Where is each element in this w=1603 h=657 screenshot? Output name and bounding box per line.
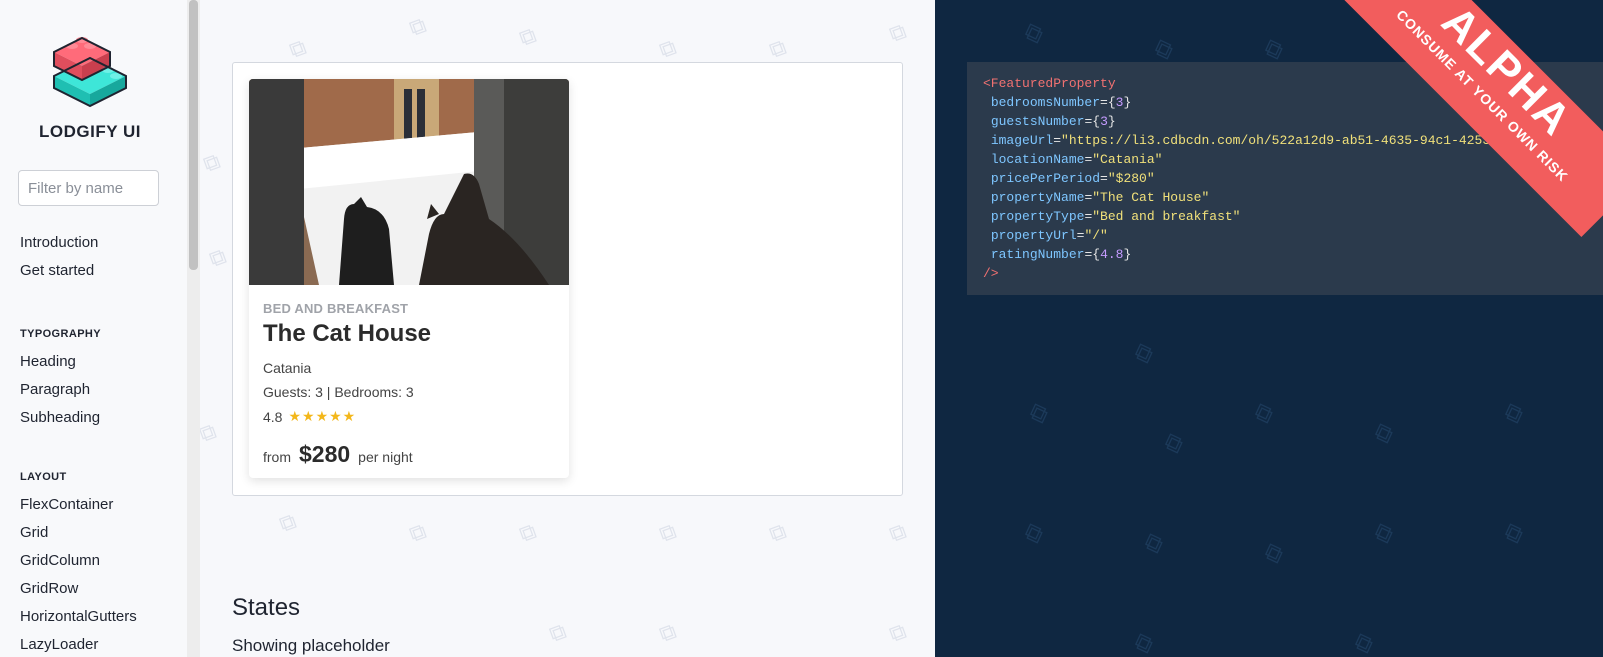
property-photo xyxy=(249,79,569,285)
code-attr-name: guestsNumber xyxy=(990,114,1085,129)
brick-pattern-icon: ⧉ xyxy=(1500,397,1528,430)
brick-pattern-icon: ⧉ xyxy=(1350,627,1378,657)
property-guests-bedrooms: Guests: 3 | Bedrooms: 3 xyxy=(263,384,414,400)
brick-pattern-icon: ⧉ xyxy=(656,34,680,63)
brick-pattern-icon: ⧉ xyxy=(1370,417,1398,450)
brick-pattern-icon: ⧉ xyxy=(1250,397,1278,430)
nav-item-gridrow[interactable]: GridRow xyxy=(20,580,78,597)
nav-item-subheading[interactable]: Subheading xyxy=(20,409,100,426)
nav-item-flexcontainer[interactable]: FlexContainer xyxy=(20,496,113,513)
brick-pattern-icon: ⧉ xyxy=(1160,427,1188,460)
component-preview: BED AND BREAKFAST The Cat House Catania … xyxy=(232,62,903,496)
code-attr-name: propertyType xyxy=(990,209,1085,224)
code-attr-line: propertyType="Bed and breakfast" xyxy=(990,209,1241,224)
brick-pattern-icon: ⧉ xyxy=(656,618,680,647)
price-from-label: from xyxy=(263,449,291,465)
brick-pattern-icon: ⧉ xyxy=(1370,517,1398,550)
price-value: $280 xyxy=(299,441,351,467)
price-period-label: per night xyxy=(358,449,413,465)
brand-title: LODGIFY UI xyxy=(39,122,141,141)
code-panel: ⧉ ⧉ ⧉ ⧉ ⧉ ⧉ ⧉ ⧉ ⧉ ⧉ ⧉ ⧉ ⧉ ⧉ ⧉ ⧉ <Feature… xyxy=(935,0,1603,657)
brick-pattern-icon: ⧉ xyxy=(766,518,790,547)
code-attr-name: propertyName xyxy=(990,190,1085,205)
brick-pattern-icon: ⧉ xyxy=(1025,397,1053,430)
lodgify-logo-icon xyxy=(53,36,127,108)
code-attr-value: "/" xyxy=(1084,228,1108,243)
property-rating: 4.8 ★★★★★ xyxy=(263,408,555,425)
property-name[interactable]: The Cat House xyxy=(263,320,555,348)
property-price: from $280 per night xyxy=(263,441,555,468)
brick-pattern-icon: ⧉ xyxy=(1260,537,1288,570)
property-location: Catania xyxy=(263,360,312,376)
rating-number: 4.8 xyxy=(263,408,283,425)
brick-pattern-icon: ⧉ xyxy=(886,518,910,547)
brick-pattern-icon: ⧉ xyxy=(1500,517,1528,550)
brick-pattern-icon: ⧉ xyxy=(406,518,430,547)
nav-heading-layout: LAYOUT xyxy=(20,471,67,483)
code-attr-name: pricePerPeriod xyxy=(990,171,1101,186)
brick-pattern-icon: ⧉ xyxy=(886,18,910,47)
star-rating-icon: ★★★★★ xyxy=(288,408,357,424)
nav-item-horizontalgutters[interactable]: HorizontalGutters xyxy=(20,608,137,625)
main-content: ⧉ ⧉ ⧉ ⧉ ⧉ ⧉ ⧉ ⧉ ⧉ ⧉ ⧉ ⧉ ⧉ ⧉ ⧉ ⧉ ⧉ ⧉ BED … xyxy=(200,0,935,657)
property-type: BED AND BREAKFAST xyxy=(263,301,409,316)
brick-pattern-icon: ⧉ xyxy=(886,618,910,647)
sidebar: LODGIFY UI Introduction Get started TYPO… xyxy=(0,0,200,657)
brick-pattern-icon: ⧉ xyxy=(1020,17,1048,50)
brick-pattern-icon: ⧉ xyxy=(1130,337,1158,370)
nav-item-lazyloader[interactable]: LazyLoader xyxy=(20,636,98,653)
code-attr-line: ratingNumber={4.8} xyxy=(990,247,1132,262)
brick-pattern-icon: ⧉ xyxy=(546,618,570,647)
brick-pattern-icon: ⧉ xyxy=(1140,527,1168,560)
nav-item-introduction[interactable]: Introduction xyxy=(20,234,98,251)
code-attr-value: "The Cat House" xyxy=(1092,190,1210,205)
nav-heading-typography: TYPOGRAPHY xyxy=(20,328,102,340)
nav-item-grid[interactable]: Grid xyxy=(20,524,48,541)
nav-item-gridcolumn[interactable]: GridColumn xyxy=(20,552,100,569)
code-attr-name: imageUrl xyxy=(990,133,1054,148)
brick-pattern-icon: ⧉ xyxy=(516,518,540,547)
code-attr-line: propertyUrl="/" xyxy=(990,228,1108,243)
brick-pattern-icon: ⧉ xyxy=(406,12,430,41)
brick-pattern-icon: ⧉ xyxy=(1130,627,1158,657)
code-attr-name: locationName xyxy=(990,152,1085,167)
nav-item-get-started[interactable]: Get started xyxy=(20,262,94,279)
featured-property-card[interactable]: BED AND BREAKFAST The Cat House Catania … xyxy=(249,79,569,478)
code-attr-line: propertyName="The Cat House" xyxy=(990,190,1210,205)
property-image xyxy=(249,79,569,285)
states-subheading: Showing placeholder xyxy=(232,636,390,655)
code-close-tag: /> xyxy=(983,266,999,281)
brick-pattern-icon: ⧉ xyxy=(656,518,680,547)
code-attr-value: "$280" xyxy=(1107,171,1155,186)
code-attr-name: propertyUrl xyxy=(990,228,1077,243)
code-attr-value: "Bed and breakfast" xyxy=(1092,209,1241,224)
code-attr-name: ratingNumber xyxy=(990,247,1085,262)
brick-pattern-icon: ⧉ xyxy=(516,22,540,51)
code-attr-line: pricePerPeriod="$280" xyxy=(990,171,1155,186)
code-attr-value: 4.8 xyxy=(1100,247,1124,262)
brick-pattern-icon: ⧉ xyxy=(276,508,300,537)
brick-pattern-icon: ⧉ xyxy=(206,243,230,272)
nav-item-paragraph[interactable]: Paragraph xyxy=(20,381,90,398)
code-attr-value: 3 xyxy=(1100,114,1108,129)
code-attr-name: bedroomsNumber xyxy=(990,95,1101,110)
code-attr-value: "Catania" xyxy=(1092,152,1163,167)
filter-input[interactable] xyxy=(18,170,159,206)
nav-item-heading[interactable]: Heading xyxy=(20,353,76,370)
brick-pattern-icon: ⧉ xyxy=(200,148,224,177)
brick-pattern-icon: ⧉ xyxy=(1020,517,1048,550)
brick-pattern-icon: ⧉ xyxy=(200,418,220,447)
sidebar-scrollbar-thumb[interactable] xyxy=(189,0,198,270)
states-heading: States xyxy=(232,594,301,621)
brick-pattern-icon: ⧉ xyxy=(286,34,310,63)
brick-pattern-icon: ⧉ xyxy=(766,34,790,63)
